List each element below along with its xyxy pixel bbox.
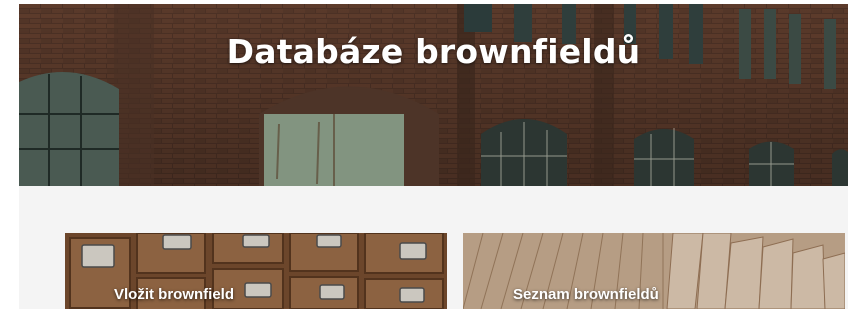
insert-brownfield-label: Vložit brownfield — [114, 286, 234, 303]
brownfield-list-label: Seznam brownfieldů — [513, 286, 659, 303]
content-area: Vložit brownfield Seznam brownfieldů — [19, 186, 848, 309]
page-title: Databáze brownfieldů — [226, 32, 641, 71]
insert-brownfield-card[interactable]: Vložit brownfield — [65, 233, 447, 309]
brownfield-list-card[interactable]: Seznam brownfieldů — [463, 233, 845, 309]
hero-banner: Databáze brownfieldů — [19, 4, 848, 186]
